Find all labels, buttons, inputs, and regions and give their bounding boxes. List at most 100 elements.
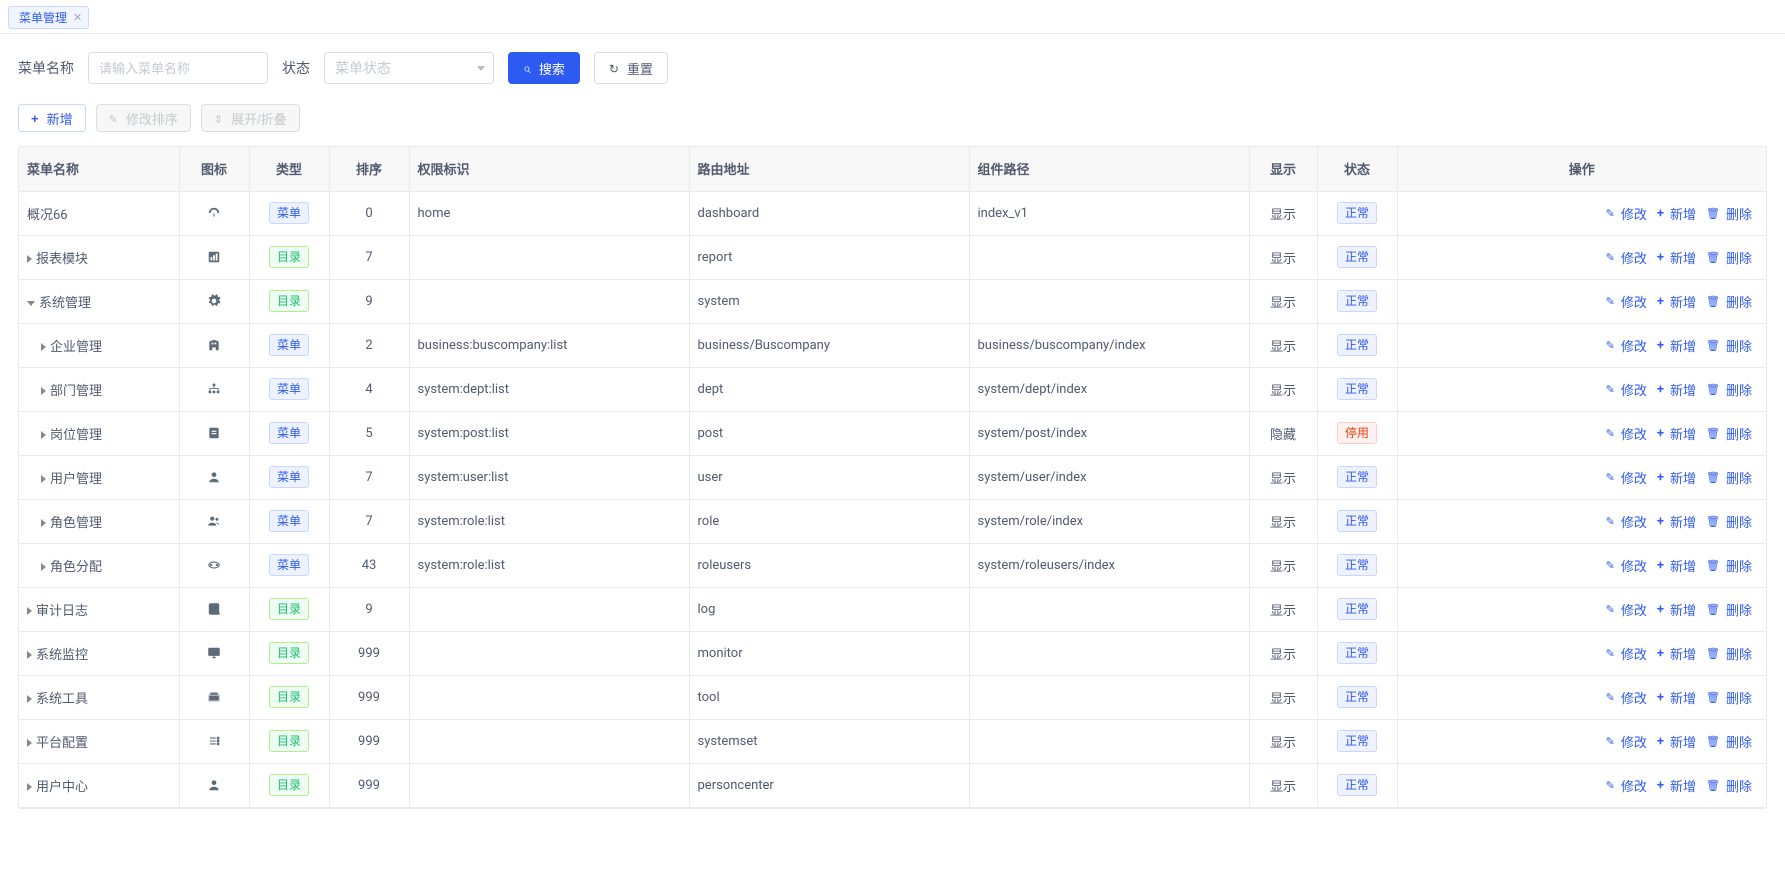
row-name: 部门管理 (50, 384, 102, 399)
expand-caret-icon[interactable] (27, 255, 32, 263)
modify-sort-button[interactable]: 修改排序 (96, 104, 191, 132)
delete-link[interactable]: 删除 (1706, 248, 1752, 267)
cell-name: 系统管理 (19, 279, 179, 323)
add-button[interactable]: 新增 (18, 104, 86, 132)
cell-perm: system:dept:list (409, 367, 689, 411)
add-link[interactable]: 新增 (1657, 556, 1696, 575)
expand-caret-icon[interactable] (41, 387, 46, 395)
add-link[interactable]: 新增 (1657, 644, 1696, 663)
table-row: 角色分配菜单43system:role:listroleuserssystem/… (19, 543, 1766, 587)
assign-icon (207, 557, 221, 573)
add-link[interactable]: 新增 (1657, 292, 1696, 311)
delete-link[interactable]: 删除 (1706, 644, 1752, 663)
cell-name: 系统监控 (19, 631, 179, 675)
expand-caret-icon[interactable] (27, 695, 32, 703)
expand-caret-icon[interactable] (27, 739, 32, 747)
type-tag: 菜单 (269, 466, 309, 488)
search-button[interactable]: 搜索 (508, 52, 580, 84)
add-link[interactable]: 新增 (1657, 732, 1696, 751)
edit-link[interactable]: 修改 (1606, 644, 1647, 663)
cell-component: system/user/index (969, 455, 1249, 499)
cell-perm: system:post:list (409, 411, 689, 455)
delete-icon (1706, 514, 1723, 529)
reset-button[interactable]: 重置 (594, 52, 668, 84)
delete-link[interactable]: 删除 (1706, 776, 1752, 795)
delete-icon (1706, 734, 1723, 749)
cell-type: 目录 (249, 631, 329, 675)
search-icon (523, 60, 534, 77)
cell-type: 菜单 (249, 499, 329, 543)
add-link[interactable]: 新增 (1657, 776, 1696, 795)
cell-actions: 修改新增删除 (1397, 323, 1766, 367)
cell-route: system (689, 279, 969, 323)
edit-link[interactable]: 修改 (1606, 292, 1647, 311)
edit-link[interactable]: 修改 (1606, 424, 1647, 443)
add-label: 新增 (1670, 292, 1696, 311)
delete-link[interactable]: 删除 (1706, 380, 1752, 399)
cell-icon (179, 323, 249, 367)
edit-link[interactable]: 修改 (1606, 336, 1647, 355)
edit-link[interactable]: 修改 (1606, 380, 1647, 399)
edit-link[interactable]: 修改 (1606, 248, 1647, 267)
add-icon (1657, 338, 1667, 353)
cell-component (969, 587, 1249, 631)
expand-caret-icon[interactable] (27, 301, 35, 306)
cell-status: 停用 (1317, 411, 1397, 455)
cell-type: 菜单 (249, 367, 329, 411)
add-link[interactable]: 新增 (1657, 380, 1696, 399)
add-link[interactable]: 新增 (1657, 688, 1696, 707)
add-link[interactable]: 新增 (1657, 600, 1696, 619)
delete-link[interactable]: 删除 (1706, 468, 1752, 487)
close-icon[interactable]: ✕ (73, 11, 82, 24)
status-select[interactable]: 菜单状态 (324, 52, 494, 84)
expand-caret-icon[interactable] (41, 519, 46, 527)
add-link[interactable]: 新增 (1657, 512, 1696, 531)
expand-caret-icon[interactable] (41, 431, 46, 439)
delete-link[interactable]: 删除 (1706, 336, 1752, 355)
add-link[interactable]: 新增 (1657, 424, 1696, 443)
add-link[interactable]: 新增 (1657, 468, 1696, 487)
tab-menu-management[interactable]: 菜单管理 ✕ (8, 6, 89, 29)
cell-icon (179, 719, 249, 763)
delete-link[interactable]: 删除 (1706, 556, 1752, 575)
cell-type: 目录 (249, 235, 329, 279)
edit-link[interactable]: 修改 (1606, 600, 1647, 619)
delete-link[interactable]: 删除 (1706, 292, 1752, 311)
cell-sort: 7 (329, 499, 409, 543)
cell-component: business/buscompany/index (969, 323, 1249, 367)
cell-icon (179, 543, 249, 587)
add-icon (1657, 690, 1667, 705)
edit-link[interactable]: 修改 (1606, 512, 1647, 531)
expand-caret-icon[interactable] (41, 475, 46, 483)
add-link[interactable]: 新增 (1657, 248, 1696, 267)
delete-link[interactable]: 删除 (1706, 732, 1752, 751)
expand-caret-icon[interactable] (27, 651, 32, 659)
edit-link[interactable]: 修改 (1606, 776, 1647, 795)
delete-link[interactable]: 删除 (1706, 204, 1752, 223)
cell-route: business/Buscompany (689, 323, 969, 367)
expand-caret-icon[interactable] (27, 607, 32, 615)
delete-icon (1706, 294, 1723, 309)
expand-collapse-button[interactable]: 展开/折叠 (201, 104, 300, 132)
edit-link[interactable]: 修改 (1606, 556, 1647, 575)
cell-sort: 5 (329, 411, 409, 455)
edit-link[interactable]: 修改 (1606, 468, 1647, 487)
expand-caret-icon[interactable] (27, 783, 32, 791)
delete-link[interactable]: 删除 (1706, 512, 1752, 531)
add-link[interactable]: 新增 (1657, 336, 1696, 355)
add-link[interactable]: 新增 (1657, 204, 1696, 223)
cell-route: role (689, 499, 969, 543)
delete-label: 删除 (1726, 688, 1752, 707)
menu-name-input[interactable] (88, 52, 268, 84)
cell-show: 显示 (1249, 675, 1317, 719)
expand-caret-icon[interactable] (41, 343, 46, 351)
expand-caret-icon[interactable] (41, 563, 46, 571)
delete-link[interactable]: 删除 (1706, 600, 1752, 619)
cell-sort: 999 (329, 763, 409, 807)
add-icon (1657, 558, 1667, 573)
delete-link[interactable]: 删除 (1706, 424, 1752, 443)
edit-link[interactable]: 修改 (1606, 732, 1647, 751)
delete-link[interactable]: 删除 (1706, 688, 1752, 707)
edit-link[interactable]: 修改 (1606, 204, 1647, 223)
edit-link[interactable]: 修改 (1606, 688, 1647, 707)
